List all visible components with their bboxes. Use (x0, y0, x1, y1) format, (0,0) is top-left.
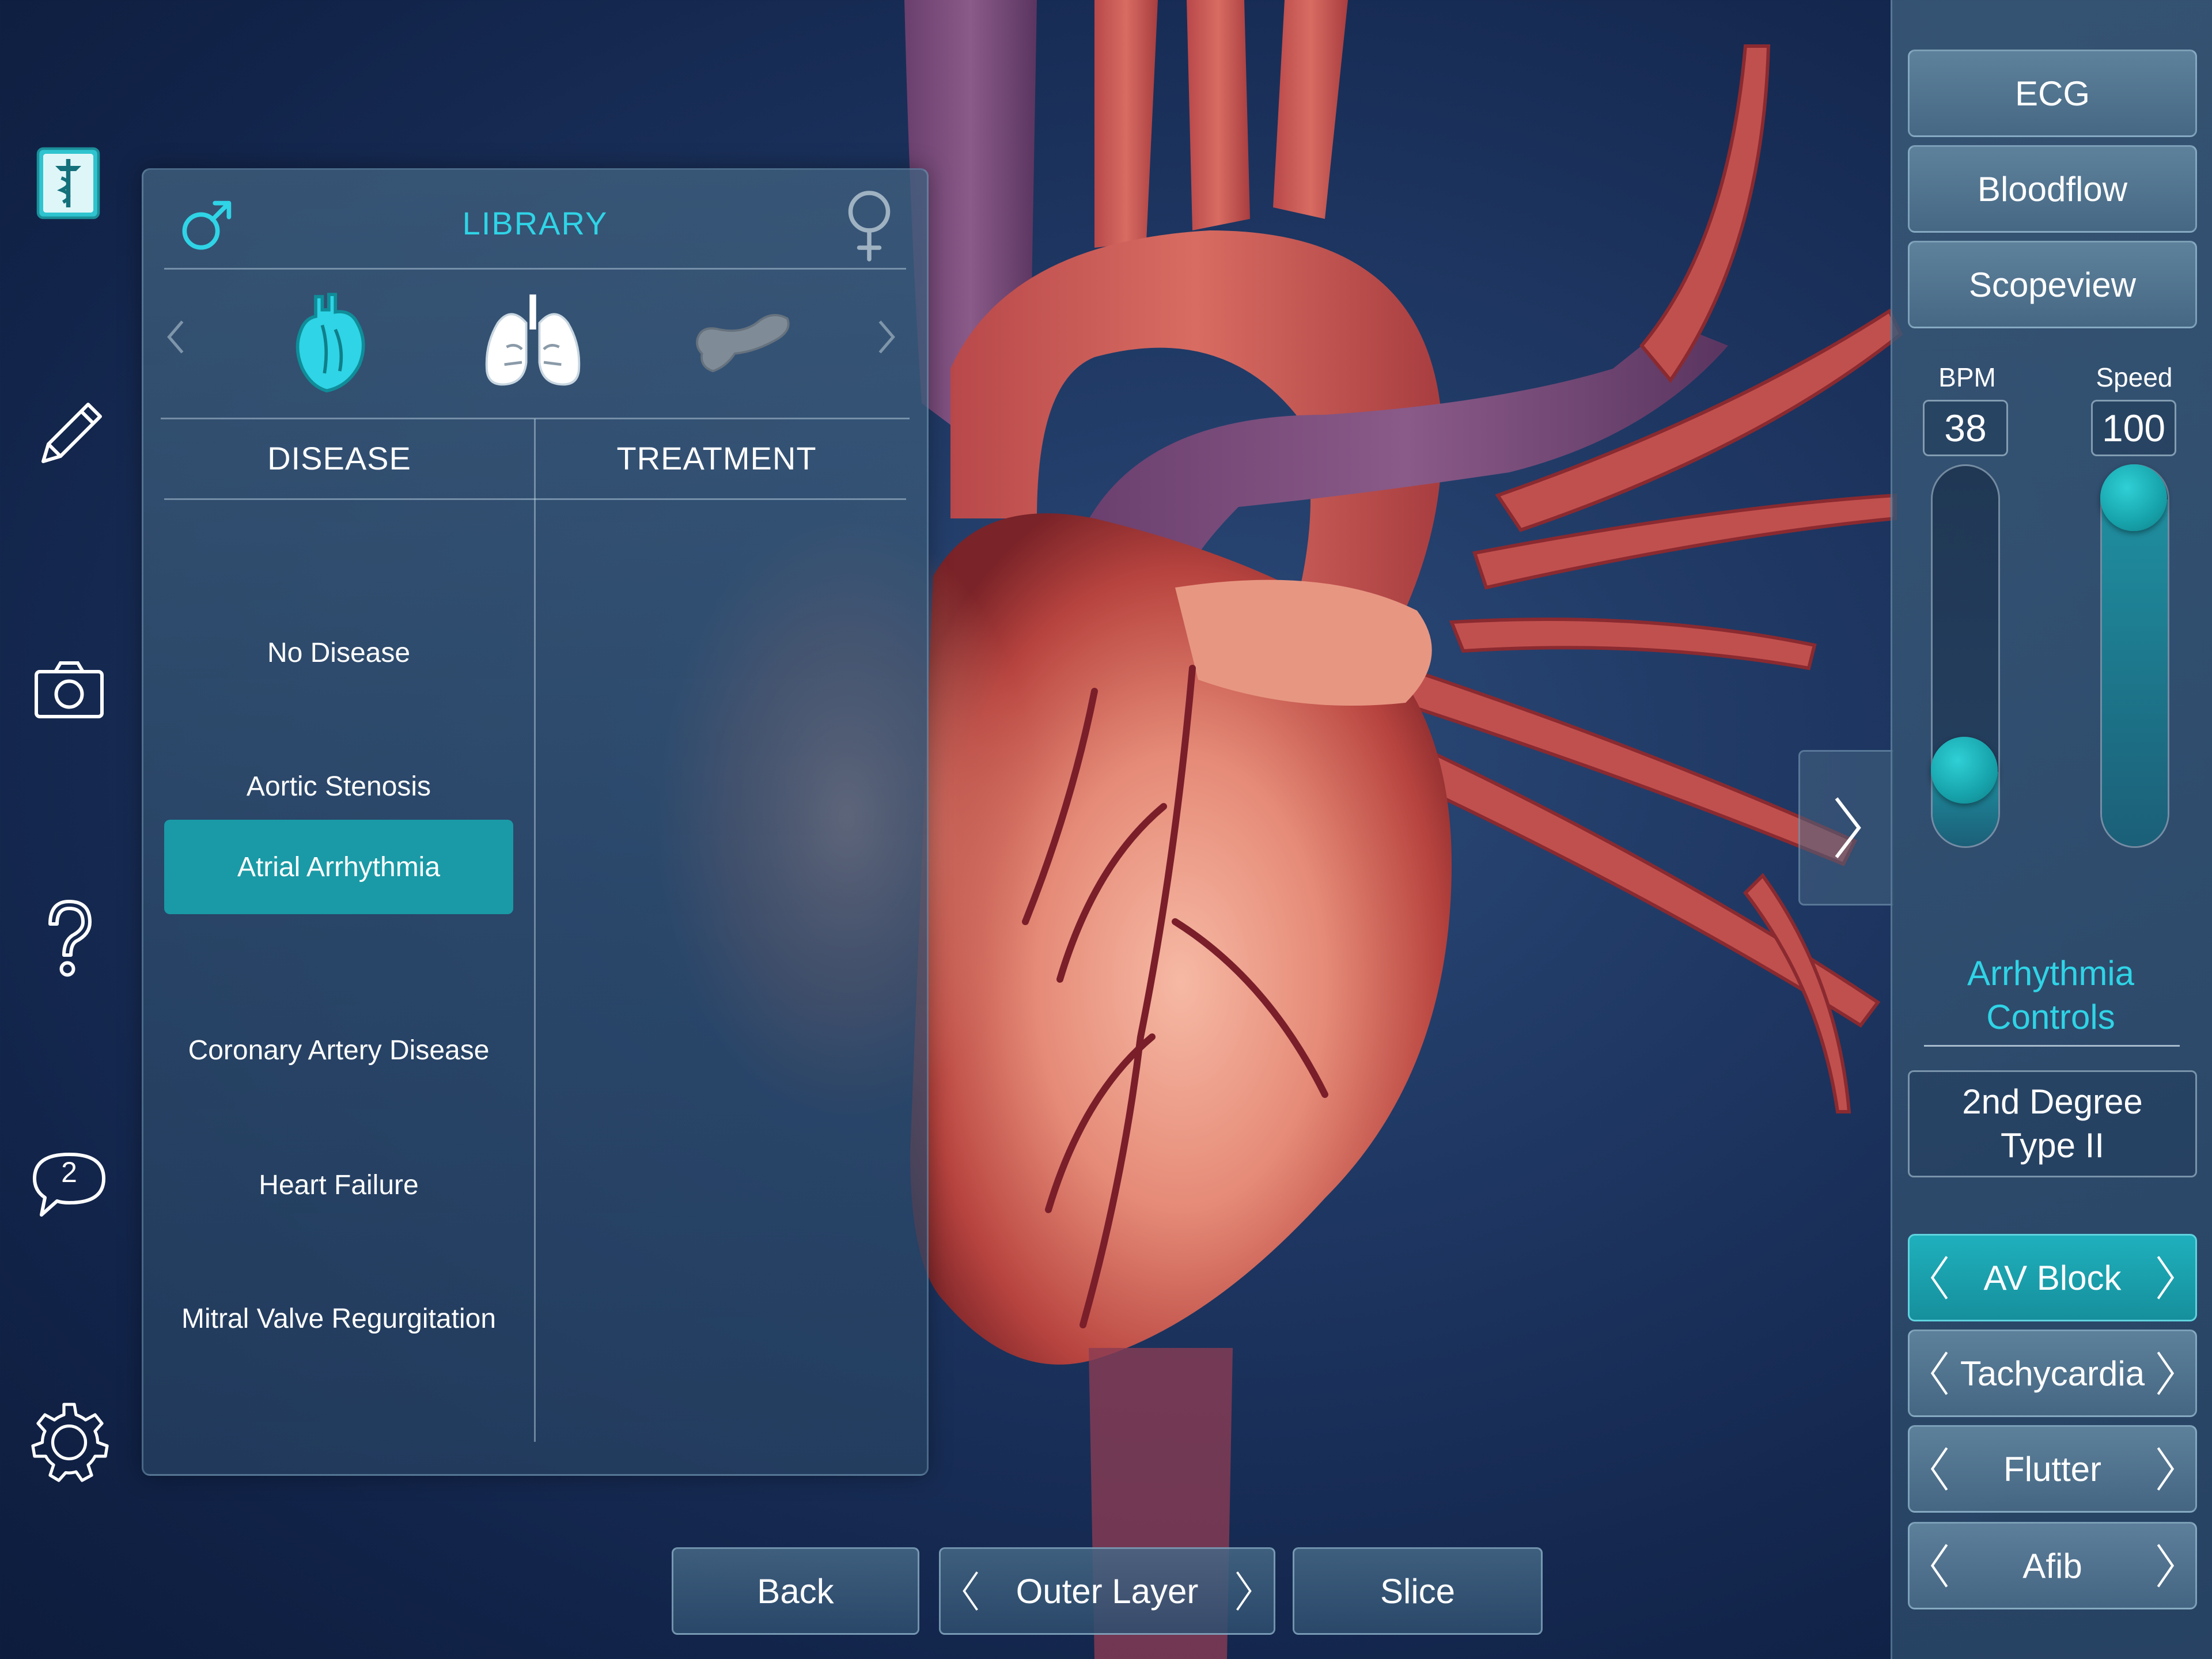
pancreas-icon (696, 314, 790, 373)
mode-line-2: Type II (2000, 1126, 2105, 1165)
arrhythmia-controls-title: Arrhythmia Controls (1907, 952, 2195, 1039)
title-divider (164, 268, 906, 270)
help-icon (48, 900, 92, 977)
tab-disease[interactable]: DISEASE (166, 440, 512, 477)
av-block-label: AV Block (1983, 1258, 2122, 1297)
heart-organ-icon (296, 293, 365, 393)
organ-prev-arrow[interactable] (164, 319, 193, 365)
tab-treatment[interactable]: TREATMENT (535, 440, 898, 477)
header-divider (164, 498, 906, 500)
chevron-right-icon (2157, 1447, 2175, 1491)
tachycardia-label: Tachycardia (1960, 1354, 2145, 1393)
organ-heart[interactable] (263, 283, 390, 398)
panel-toggle-arrow[interactable] (1798, 750, 1893, 906)
av-block-next[interactable] (2152, 1236, 2179, 1320)
camera-button[interactable] (23, 643, 115, 735)
chevron-left-icon (1930, 1351, 1948, 1395)
av-block-selector[interactable]: AV Block (1908, 1234, 2197, 1321)
arrhythmia-title-line-1: Arrhythmia (1967, 954, 2135, 993)
chevron-right-icon (1236, 1571, 1252, 1611)
chat-button[interactable]: 2 (23, 1139, 115, 1232)
bpm-slider-handle[interactable] (1931, 737, 1998, 804)
scopeview-button[interactable]: Scopeview (1908, 241, 2197, 328)
disease-item-no-disease[interactable]: No Disease (164, 605, 513, 700)
chat-count-badge: 2 (61, 1156, 77, 1188)
chevron-left-icon (167, 320, 184, 354)
arrhythmia-title-line-2: Controls (1986, 998, 2115, 1036)
library-panel: LIBRARY DISEASE TREATMENT No Disease Aor… (142, 168, 929, 1476)
disease-item-mitral-valve-regurgitation[interactable]: Mitral Valve Regurgitation (164, 1271, 513, 1366)
bloodflow-button[interactable]: Bloodflow (1908, 145, 2197, 233)
speed-label: Speed (2096, 362, 2173, 392)
pencil-icon (41, 403, 102, 463)
help-button[interactable] (23, 892, 115, 984)
female-symbol-icon (848, 191, 891, 262)
disease-item-coronary-artery-disease[interactable]: Coronary Artery Disease (164, 1003, 513, 1097)
organ-pancreas[interactable] (678, 283, 805, 398)
disease-item-atrial-arrhythmia[interactable]: Atrial Arrhythmia (164, 820, 513, 914)
flutter-next[interactable] (2152, 1427, 2179, 1511)
lungs-icon (485, 294, 581, 386)
chevron-left-icon (1930, 1447, 1948, 1491)
settings-icon (31, 1403, 109, 1482)
chevron-right-icon (1835, 797, 1861, 858)
layer-next[interactable] (1231, 1549, 1256, 1633)
bpm-label: BPM (1938, 362, 1996, 392)
column-divider (534, 419, 536, 1442)
layer-prev[interactable] (958, 1549, 983, 1633)
flutter-label: Flutter (2003, 1449, 2102, 1488)
arrhythmia-mode-display: 2nd Degree Type II (1908, 1070, 2197, 1177)
medical-book-button[interactable] (23, 137, 115, 229)
tachycardia-next[interactable] (2152, 1331, 2179, 1415)
mode-line-1: 2nd Degree (1962, 1082, 2143, 1121)
flutter-prev[interactable] (1926, 1427, 1953, 1511)
back-button[interactable]: Back (672, 1547, 919, 1635)
flutter-selector[interactable]: Flutter (1908, 1425, 2197, 1513)
camera-icon (35, 661, 104, 718)
chevron-right-icon (2157, 1351, 2175, 1395)
organ-next-arrow[interactable] (875, 319, 904, 365)
afib-next[interactable] (2152, 1524, 2179, 1608)
female-toggle[interactable] (840, 187, 898, 262)
ecg-button[interactable]: ECG (1908, 50, 2197, 137)
afib-label: Afib (2022, 1546, 2082, 1585)
speed-slider-fill (2102, 499, 2168, 846)
chevron-left-icon (1930, 1256, 1948, 1300)
chevron-left-icon (1930, 1544, 1948, 1588)
layer-label: Outer Layer (1016, 1571, 1199, 1611)
medical-book-icon (36, 147, 100, 219)
chevron-right-icon (2157, 1544, 2175, 1588)
tachycardia-selector[interactable]: Tachycardia (1908, 1330, 2197, 1417)
av-block-prev[interactable] (1926, 1236, 1953, 1320)
library-title: LIBRARY (462, 205, 608, 241)
arrhythmia-divider (1924, 1045, 2180, 1047)
layer-selector[interactable]: Outer Layer (939, 1547, 1275, 1635)
bpm-value: 38 (1923, 400, 2008, 456)
chevron-left-icon (963, 1571, 978, 1611)
afib-prev[interactable] (1926, 1524, 1953, 1608)
draw-button[interactable] (23, 389, 115, 482)
organ-lungs[interactable] (469, 283, 596, 398)
disease-item-heart-failure[interactable]: Heart Failure (164, 1138, 513, 1232)
settings-button[interactable] (23, 1396, 115, 1488)
slice-button[interactable]: Slice (1293, 1547, 1543, 1635)
chevron-right-icon (2157, 1256, 2175, 1300)
afib-selector[interactable]: Afib (1908, 1522, 2197, 1609)
chevron-right-icon (878, 320, 895, 354)
speed-slider-handle[interactable] (2100, 464, 2167, 531)
speed-value: 100 (2091, 400, 2176, 456)
tachycardia-prev[interactable] (1926, 1331, 1953, 1415)
